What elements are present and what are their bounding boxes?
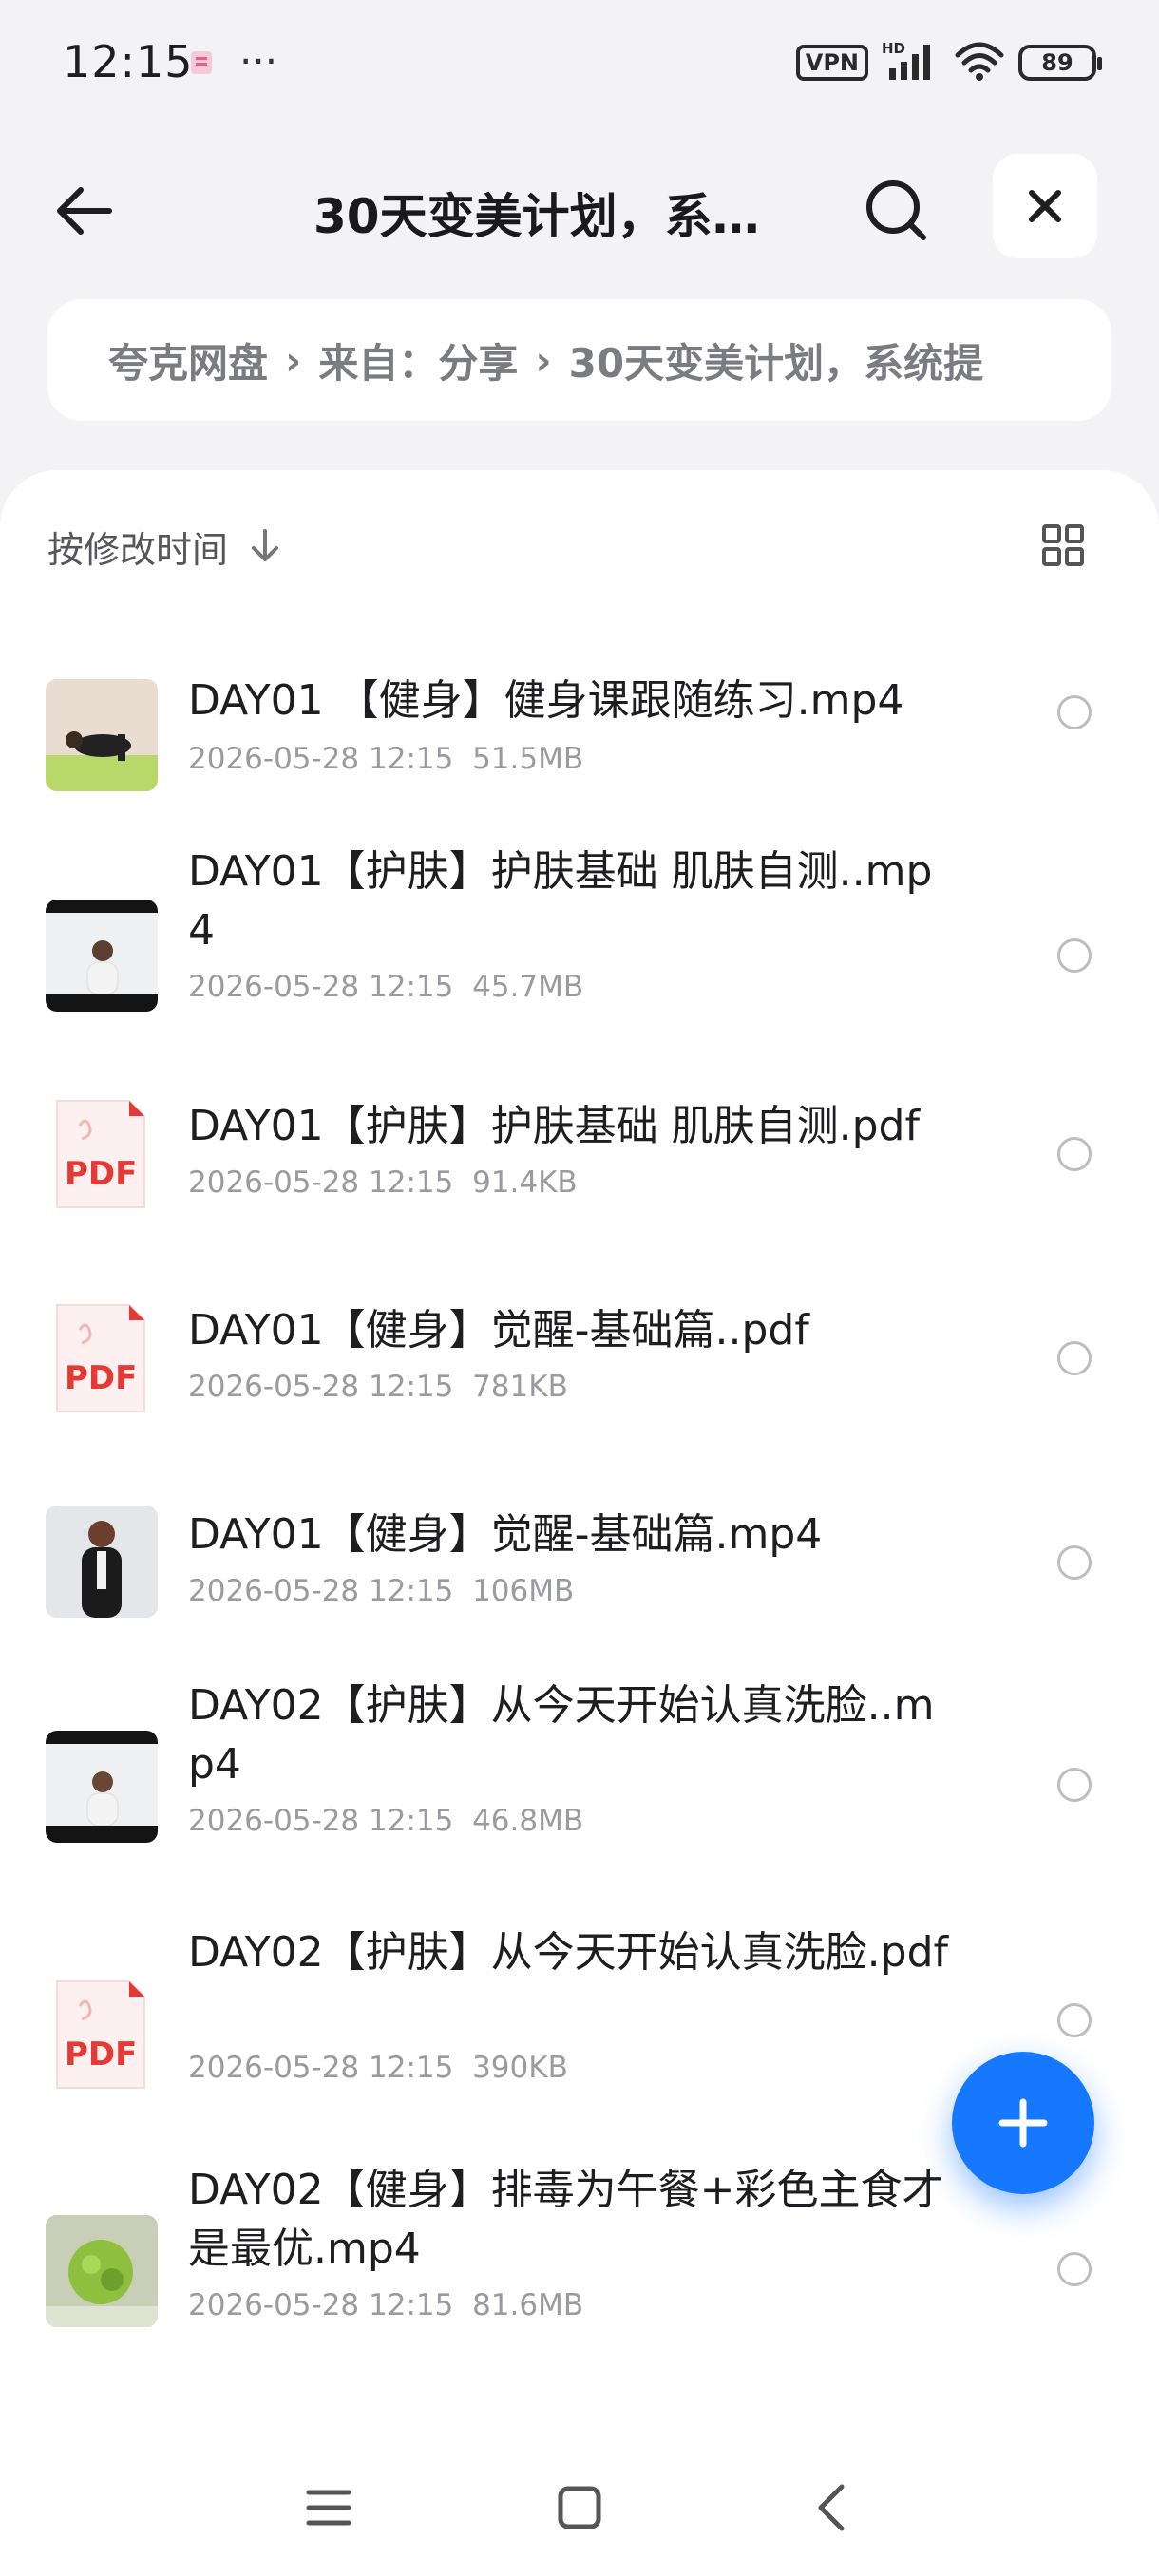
file-name: DAY01【护肤】护肤基础 肌肤自测..mp4 [188, 847, 933, 955]
file-size: 781KB [472, 1370, 568, 1404]
file-list-panel: 按修改时间 DAY01 【健身】健身课跟随练习.mp4 2026-05-28 1… [0, 470, 1159, 2576]
nav-menu-button[interactable] [300, 2479, 357, 2536]
select-radio[interactable] [1057, 695, 1092, 729]
file-date: 2026-05-28 12:15 [188, 1165, 454, 1200]
arrow-left-icon [57, 187, 112, 235]
file-row[interactable]: PDF DAY01【护肤】护肤基础 肌肤自测.pdf 2026-05-28 12… [0, 1097, 1159, 1287]
signal-icon: HD [882, 40, 940, 85]
close-icon [1029, 190, 1061, 222]
file-date: 2026-05-28 12:15 [188, 2288, 454, 2322]
select-radio[interactable] [1057, 1768, 1092, 1802]
file-meta: 2026-05-28 12:15 390KB [188, 2051, 568, 2085]
file-name: DAY01 【健身】健身课跟随练习.mp4 [188, 676, 904, 725]
file-meta: 2026-05-28 12:15 781KB [188, 1370, 568, 1404]
file-name: DAY02【护肤】从今天开始认真洗脸.pdf [188, 1928, 948, 1977]
header: 30天变美计划，系… [0, 133, 1159, 275]
file-meta: 2026-05-28 12:15 45.7MB [188, 970, 583, 1004]
select-radio[interactable] [1057, 1137, 1092, 1171]
menu-icon [306, 2490, 352, 2526]
breadcrumb: 夸克网盘 › 来自：分享 › 30天变美计划，系统提 [48, 299, 1112, 421]
file-date: 2026-05-28 12:15 [188, 742, 454, 776]
breadcrumb-item-share[interactable]: 来自：分享 [318, 331, 518, 389]
file-name: DAY01【健身】觉醒-基础篇.mp4 [188, 1510, 823, 1559]
search-icon [866, 180, 926, 240]
file-meta: 2026-05-28 12:15 51.5MB [188, 742, 583, 776]
select-radio[interactable] [1057, 2003, 1092, 2037]
arrow-down-icon [249, 527, 281, 565]
sort-label: 按修改时间 [48, 528, 229, 571]
pdf-label: PDF [65, 1155, 137, 1193]
file-date: 2026-05-28 12:15 [188, 1370, 454, 1404]
file-row[interactable]: PDF DAY01【健身】觉醒-基础篇..pdf 2026-05-28 12:1… [0, 1301, 1159, 1491]
page-title: 30天变美计划，系… [314, 189, 760, 244]
more-notifications-icon: ··· [239, 38, 278, 85]
vpn-badge: VPN [795, 45, 868, 81]
select-radio[interactable] [1057, 1545, 1092, 1580]
file-meta: 2026-05-28 12:15 106MB [188, 1574, 574, 1608]
file-meta: 2026-05-28 12:15 91.4KB [188, 1165, 578, 1200]
file-size: 46.8MB [472, 1804, 584, 1838]
breadcrumb-item-root[interactable]: 夸克网盘 [108, 331, 268, 389]
close-button[interactable] [993, 154, 1097, 258]
file-date: 2026-05-28 12:15 [188, 1574, 454, 1608]
file-name: DAY02【健身】排毒为午餐+彩色主食才是最优.mp4 [188, 2166, 944, 2273]
file-size: 106MB [472, 1574, 575, 1608]
nav-home-button[interactable] [551, 2479, 608, 2536]
file-size: 390KB [472, 2051, 568, 2085]
grid-view-button[interactable] [1034, 516, 1092, 575]
pdf-label: PDF [65, 1359, 137, 1397]
search-button[interactable] [855, 169, 939, 253]
pdf-file-icon: PDF [53, 1301, 148, 1415]
pdf-file-icon: PDF [53, 1097, 148, 1211]
battery-indicator: 89 [1018, 45, 1102, 81]
video-thumbnail [46, 1731, 158, 1843]
breadcrumb-separator: › [285, 336, 302, 384]
wifi-icon [954, 40, 1005, 85]
video-thumbnail [46, 900, 158, 1012]
status-bar: 12:15 ··· VPN HD 89 [0, 0, 1159, 128]
file-name: DAY02【护肤】从今天开始认真洗脸..mp4 [188, 1681, 935, 1789]
video-thumbnail [46, 679, 158, 791]
file-size: 51.5MB [472, 742, 584, 776]
back-button[interactable] [46, 173, 122, 249]
file-name: DAY01【护肤】护肤基础 肌肤自测.pdf [188, 1102, 920, 1150]
file-meta: 2026-05-28 12:15 46.8MB [188, 1804, 583, 1838]
notification-app-icon [188, 47, 215, 76]
select-radio[interactable] [1057, 938, 1092, 973]
pdf-label: PDF [65, 2036, 137, 2074]
file-date: 2026-05-28 12:15 [188, 2051, 454, 2085]
file-row[interactable]: DAY02【健身】排毒为午餐+彩色主食才是最优.mp4 2026-05-28 1… [0, 2166, 1159, 2417]
file-date: 2026-05-28 12:15 [188, 1804, 454, 1838]
pdf-file-icon: PDF [53, 1978, 148, 2092]
video-thumbnail [46, 1506, 158, 1618]
grid-view-icon [1042, 524, 1084, 566]
status-time: 12:15 [63, 36, 194, 87]
add-button[interactable] [952, 2052, 1094, 2194]
select-radio[interactable] [1057, 1341, 1092, 1375]
file-name: DAY01【健身】觉醒-基础篇..pdf [188, 1306, 809, 1354]
home-square-icon [558, 2486, 601, 2529]
hd-label: HD [882, 40, 905, 57]
video-thumbnail [46, 2215, 158, 2327]
breadcrumb-item-current[interactable]: 30天变美计划，系统提 [569, 331, 983, 389]
system-nav-bar [0, 2432, 1159, 2576]
file-meta: 2026-05-28 12:15 81.6MB [188, 2288, 583, 2322]
file-row[interactable]: DAY01 【健身】健身课跟随练习.mp4 2026-05-28 12:15 5… [0, 641, 1159, 831]
file-size: 45.7MB [472, 970, 584, 1004]
file-row[interactable]: DAY01【护肤】护肤基础 肌肤自测..mp4 2026-05-28 12:15… [0, 847, 1159, 1078]
file-date: 2026-05-28 12:15 [188, 970, 454, 1004]
select-radio[interactable] [1057, 2252, 1092, 2286]
file-size: 81.6MB [472, 2288, 584, 2322]
file-row[interactable]: DAY01【健身】觉醒-基础篇.mp4 2026-05-28 12:15 106… [0, 1506, 1159, 1695]
file-row[interactable]: DAY02【护肤】从今天开始认真洗脸..mp4 2026-05-28 12:15… [0, 1681, 1159, 1933]
plus-icon [998, 2098, 1048, 2148]
nav-back-button[interactable] [802, 2479, 859, 2536]
status-indicators: VPN HD 89 [795, 40, 1102, 85]
nav-back-icon [818, 2484, 845, 2531]
file-size: 91.4KB [472, 1165, 578, 1200]
breadcrumb-separator: › [535, 336, 552, 384]
sort-button[interactable]: 按修改时间 [48, 518, 281, 575]
